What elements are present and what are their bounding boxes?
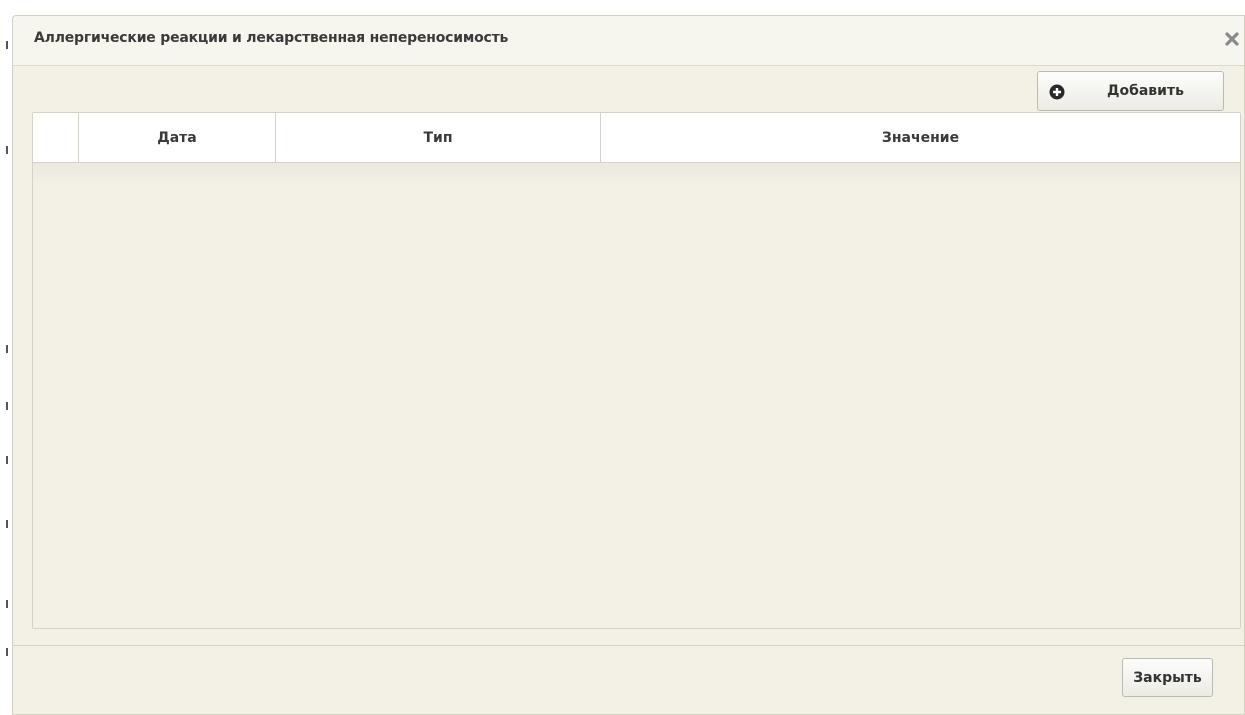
footer-divider	[13, 645, 1244, 646]
allergy-table: Дата Тип Значение	[32, 112, 1241, 629]
plus-circle-icon	[1049, 84, 1065, 104]
close-button[interactable]: Закрыть	[1122, 658, 1213, 697]
add-button-label: Добавить	[1107, 83, 1184, 99]
close-x-icon[interactable]	[1223, 30, 1241, 48]
column-header-select[interactable]	[33, 113, 79, 162]
allergy-dialog: Аллергические реакции и лекарственная не…	[12, 15, 1245, 715]
table-header: Дата Тип Значение	[33, 113, 1240, 163]
dialog-title: Аллергические реакции и лекарственная не…	[34, 30, 509, 46]
column-header-date[interactable]: Дата	[79, 113, 276, 162]
dialog-header: Аллергические реакции и лекарственная не…	[13, 16, 1244, 66]
background-edge-marks	[6, 0, 8, 711]
table-body-empty	[33, 163, 1240, 628]
add-button[interactable]: Добавить	[1037, 71, 1224, 111]
column-header-value[interactable]: Значение	[601, 113, 1240, 162]
column-header-type[interactable]: Тип	[276, 113, 601, 162]
